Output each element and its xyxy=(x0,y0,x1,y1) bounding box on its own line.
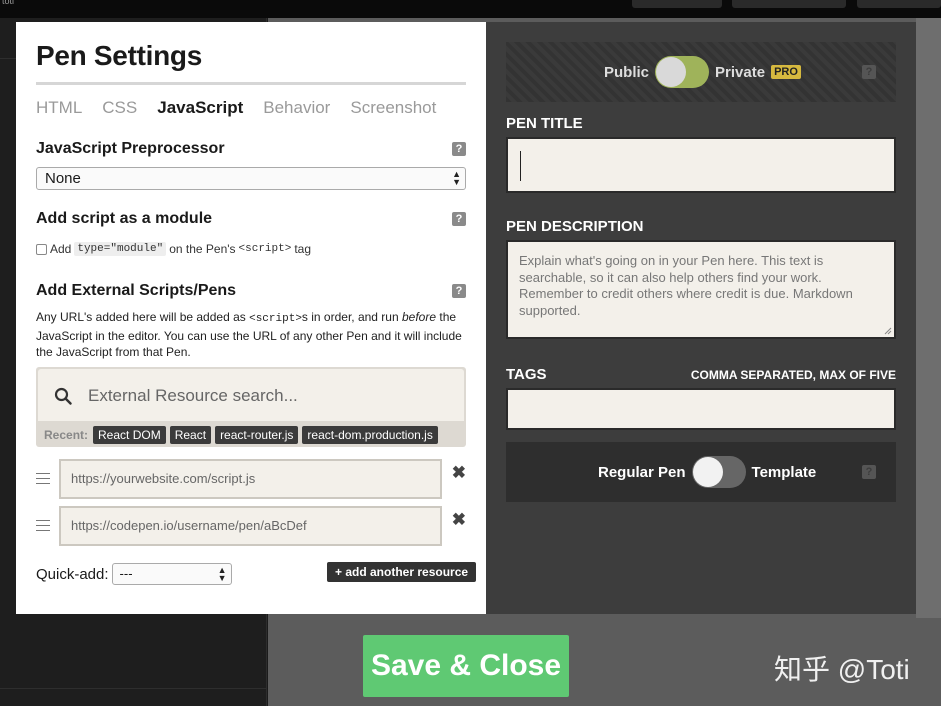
select-arrows-icon: ▲ ▼ xyxy=(452,169,461,187)
privacy-toggle[interactable] xyxy=(655,56,710,88)
pen-description-textarea[interactable]: Explain what's going on in your Pen here… xyxy=(506,240,896,339)
toggle-knob xyxy=(656,57,687,87)
preprocessor-value: None xyxy=(45,170,81,187)
text-caret xyxy=(520,151,521,181)
remove-resource-icon[interactable]: ✖ xyxy=(452,463,466,483)
tags-hint: COMMA SEPARATED, MAX OF FIVE xyxy=(690,368,896,382)
quick-add-value: --- xyxy=(119,566,133,581)
module-middle: on the Pen's xyxy=(169,242,236,256)
resource-row: https://codepen.io/username/pen/aBcDef ✖ xyxy=(36,506,466,546)
recent-chip[interactable]: React xyxy=(169,426,212,444)
add-resource-button[interactable]: + add another resource xyxy=(327,562,477,582)
pen-details-panel: Public Private PRO ? PEN TITLE PEN DESCR… xyxy=(486,22,916,614)
help-icon[interactable]: ? xyxy=(452,212,466,226)
tags-label: TAGS xyxy=(506,366,547,383)
page-title: Pen Settings xyxy=(36,40,202,71)
tab-html[interactable]: HTML xyxy=(36,98,82,118)
template-row: Regular Pen Template xyxy=(598,456,816,488)
recent-label: Recent: xyxy=(44,428,89,442)
privacy-toggle-box: Public Private PRO ? xyxy=(506,42,896,102)
module-code: type="module" xyxy=(74,242,167,256)
help-icon[interactable]: ? xyxy=(862,465,876,479)
top-bar-button[interactable] xyxy=(632,0,722,8)
external-resource-search: External Resource search... Recent: Reac… xyxy=(36,367,466,447)
private-label: Private xyxy=(715,63,766,81)
public-label: Public xyxy=(604,63,650,81)
tab-screenshot[interactable]: Screenshot xyxy=(350,98,436,118)
remove-resource-icon[interactable]: ✖ xyxy=(452,510,466,530)
quick-add: Quick-add: --- ▲ ▼ xyxy=(36,563,232,585)
recent-resources: Recent: React DOM React react-router.js … xyxy=(44,426,438,444)
privacy-row: Public Private PRO xyxy=(604,56,801,88)
save-close-button[interactable]: Save & Close xyxy=(363,635,569,697)
preprocessor-select[interactable]: None ▲ ▼ xyxy=(36,167,466,190)
select-arrows-icon: ▲ ▼ xyxy=(217,565,227,583)
top-bar-button[interactable] xyxy=(732,0,846,8)
modal-overlay-edge xyxy=(916,18,941,618)
tab-behavior[interactable]: Behavior xyxy=(263,98,330,118)
tab-css[interactable]: CSS xyxy=(102,98,137,118)
watermark: 知乎 @Toti xyxy=(774,654,910,685)
title-divider xyxy=(36,82,466,85)
resource-url-input[interactable]: https://yourwebsite.com/script.js xyxy=(59,459,442,499)
module-tag: <script> xyxy=(238,243,292,255)
module-suffix: tag xyxy=(294,242,312,256)
regular-pen-label: Regular Pen xyxy=(598,463,686,481)
help-icon[interactable]: ? xyxy=(862,65,876,79)
resource-row: https://yourwebsite.com/script.js ✖ xyxy=(36,459,466,499)
pen-title-label: PEN TITLE xyxy=(506,115,583,132)
external-description: Any URL's added here will be added as <s… xyxy=(36,309,470,361)
template-label: Template xyxy=(751,463,817,481)
resource-url-input[interactable]: https://codepen.io/username/pen/aBcDef xyxy=(59,506,442,546)
pen-settings-panel: Pen Settings HTML CSS JavaScript Behavio… xyxy=(16,22,486,614)
recent-chip[interactable]: react-dom.production.js xyxy=(302,426,438,444)
resize-grip-icon[interactable] xyxy=(884,327,892,335)
description-placeholder: Explain what's going on in your Pen here… xyxy=(519,253,853,318)
background-top-bar: toti xyxy=(0,0,941,18)
help-icon[interactable]: ? xyxy=(452,284,466,298)
module-option: Add type="module" on the Pen's <script> … xyxy=(36,242,311,256)
pen-description-label: PEN DESCRIPTION xyxy=(506,218,644,235)
desc-text: Any URL's added here will be added as xyxy=(36,310,246,324)
quick-add-select[interactable]: --- ▲ ▼ xyxy=(111,563,232,585)
top-bar-text: toti xyxy=(2,0,15,6)
help-icon[interactable]: ? xyxy=(452,142,466,156)
top-bar-button[interactable] xyxy=(857,0,941,8)
search-input[interactable]: External Resource search... xyxy=(38,369,464,421)
template-toggle[interactable] xyxy=(691,456,746,488)
desc-emphasis: before xyxy=(402,310,437,324)
module-heading: Add script as a module xyxy=(36,210,213,227)
drag-handle-icon[interactable] xyxy=(36,471,50,485)
settings-tabs: HTML CSS JavaScript Behavior Screenshot xyxy=(36,98,436,118)
search-icon xyxy=(54,387,72,405)
toggle-knob xyxy=(692,457,723,487)
tab-javascript[interactable]: JavaScript xyxy=(157,98,243,118)
search-placeholder: External Resource search... xyxy=(88,386,298,405)
quick-add-label: Quick-add: xyxy=(36,565,109,583)
recent-chip[interactable]: react-router.js xyxy=(215,426,299,444)
pen-title-input[interactable] xyxy=(506,137,896,193)
desc-code: <script> xyxy=(249,313,302,325)
drag-handle-icon[interactable] xyxy=(36,518,50,532)
tags-input[interactable] xyxy=(506,388,896,430)
pro-badge: PRO xyxy=(771,65,801,79)
module-prefix: Add xyxy=(50,242,72,256)
recent-chip[interactable]: React DOM xyxy=(93,426,166,444)
external-heading: Add External Scripts/Pens xyxy=(36,282,237,299)
desc-text: s in order, and run xyxy=(301,310,399,324)
preprocessor-heading: JavaScript Preprocessor xyxy=(36,140,225,157)
module-checkbox[interactable] xyxy=(36,243,47,255)
template-toggle-box: Regular Pen Template ? xyxy=(506,442,896,502)
